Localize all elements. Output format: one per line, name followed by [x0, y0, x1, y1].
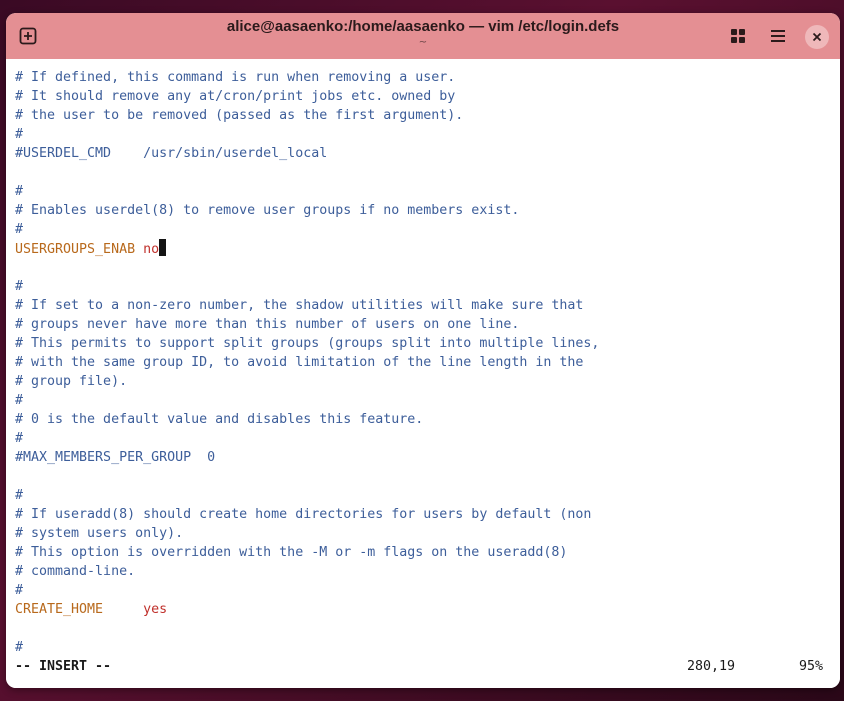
editor-line: #	[15, 488, 24, 503]
setting-value: yes	[143, 602, 168, 617]
vim-mode-indicator: -- INSERT --	[15, 659, 112, 674]
editor-line: # the user to be removed (passed as the …	[15, 108, 464, 123]
title-bar[interactable]: alice@aasaenko:/home/aasaenko — vim /etc…	[6, 13, 840, 59]
setting-key: USERGROUPS_ENAB	[15, 242, 136, 257]
editor-line: #	[15, 583, 24, 598]
editor-line: # Enables userdel(8) to remove user grou…	[15, 203, 520, 218]
editor-line: # 0 is the default value and disables th…	[15, 412, 424, 427]
editor-line: #	[15, 127, 24, 142]
editor-line: #	[15, 431, 24, 446]
editor-line: #MAX_MEMBERS_PER_GROUP 0	[15, 450, 216, 465]
text-cursor	[159, 239, 167, 256]
editor-line: #	[15, 222, 24, 237]
editor-line: # system users only).	[15, 526, 184, 541]
cursor-position: 280,19	[687, 659, 736, 674]
terminal-content[interactable]: # If defined, this command is run when r…	[6, 59, 840, 688]
editor-line: # If set to a non-zero number, the shado…	[15, 298, 584, 313]
close-button[interactable]	[805, 25, 829, 49]
editor-line: #USERDEL_CMD /usr/sbin/userdel_local	[15, 146, 328, 161]
editor-line: # This permits to support split groups (…	[15, 336, 600, 351]
editor-line: # with the same group ID, to avoid limit…	[15, 355, 584, 370]
editor-line: # This option is overridden with the -M …	[15, 545, 568, 560]
editor-line: #	[15, 393, 24, 408]
editor-line: #	[15, 640, 24, 655]
editor-line: # group file).	[15, 374, 128, 389]
window-title: alice@aasaenko:/home/aasaenko — vim /etc…	[226, 18, 620, 35]
editor-line: #	[15, 184, 24, 199]
hamburger-menu-icon[interactable]	[768, 26, 788, 46]
editor-line: # groups never have more than this numbe…	[15, 317, 520, 332]
terminal-window: alice@aasaenko:/home/aasaenko — vim /etc…	[6, 13, 840, 688]
editor-line: # If defined, this command is run when r…	[15, 70, 456, 85]
editor-line-create-home: CREATE_HOME yes	[15, 600, 167, 619]
grid-icon[interactable]	[728, 26, 748, 46]
setting-value: no	[143, 242, 160, 257]
close-icon	[812, 32, 822, 42]
setting-key: CREATE_HOME	[15, 602, 104, 617]
editor-line: # If useradd(8) should create home direc…	[15, 507, 592, 522]
window-subtitle: ~	[418, 37, 428, 48]
scroll-percent: 95%	[799, 659, 824, 674]
editor-line: # command-line.	[15, 564, 136, 579]
editor-line: #	[15, 279, 24, 294]
editor-line: # It should remove any at/cron/print job…	[15, 89, 456, 104]
editor-line-usergroups: USERGROUPS_ENAB no	[15, 239, 167, 258]
